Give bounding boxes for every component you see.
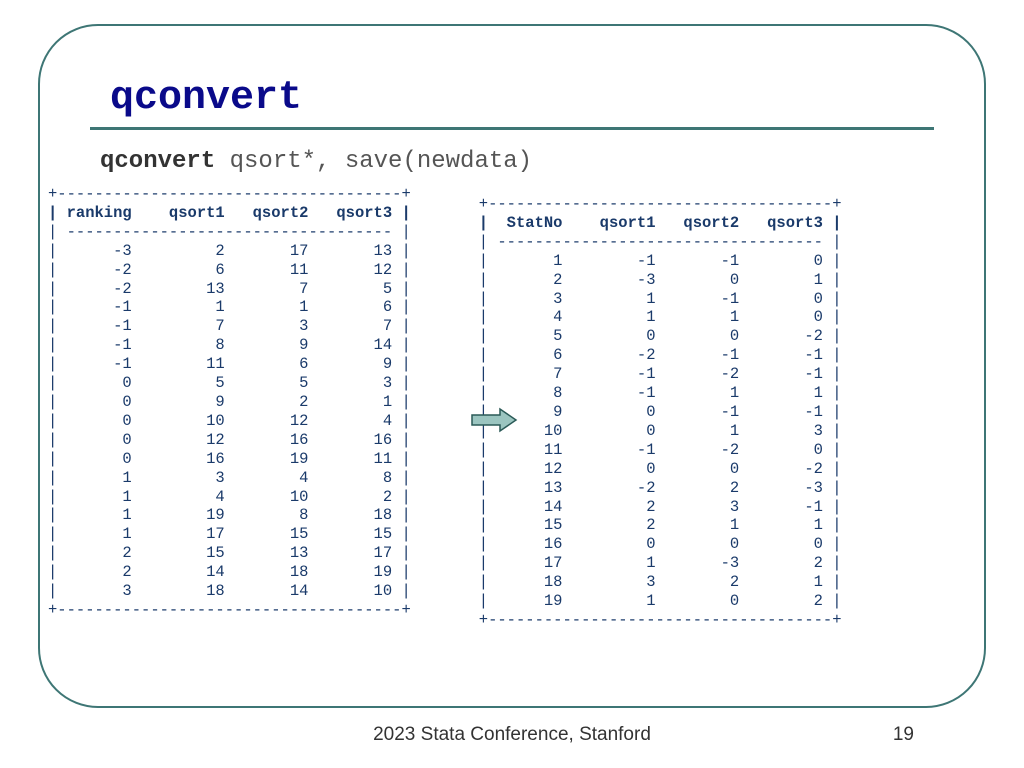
slide-title: qconvert [110,76,934,121]
command-rest: qsort*, save(newdata) [215,148,532,175]
command-keyword: qconvert [100,148,215,175]
tables-row: +-------------------------------------+ … [90,187,934,630]
footer-text: 2023 Stata Conference, Stanford [0,724,1024,746]
right-table: +-------------------------------------+ … [479,195,842,630]
slide-frame: qconvert qconvert qsort*, save(newdata) … [38,24,986,708]
left-table: +-------------------------------------+ … [48,185,411,620]
command-line: qconvert qsort*, save(newdata) [100,148,934,175]
title-rule [90,127,934,130]
page-number: 19 [893,724,914,746]
arrow-right-icon [470,407,518,433]
